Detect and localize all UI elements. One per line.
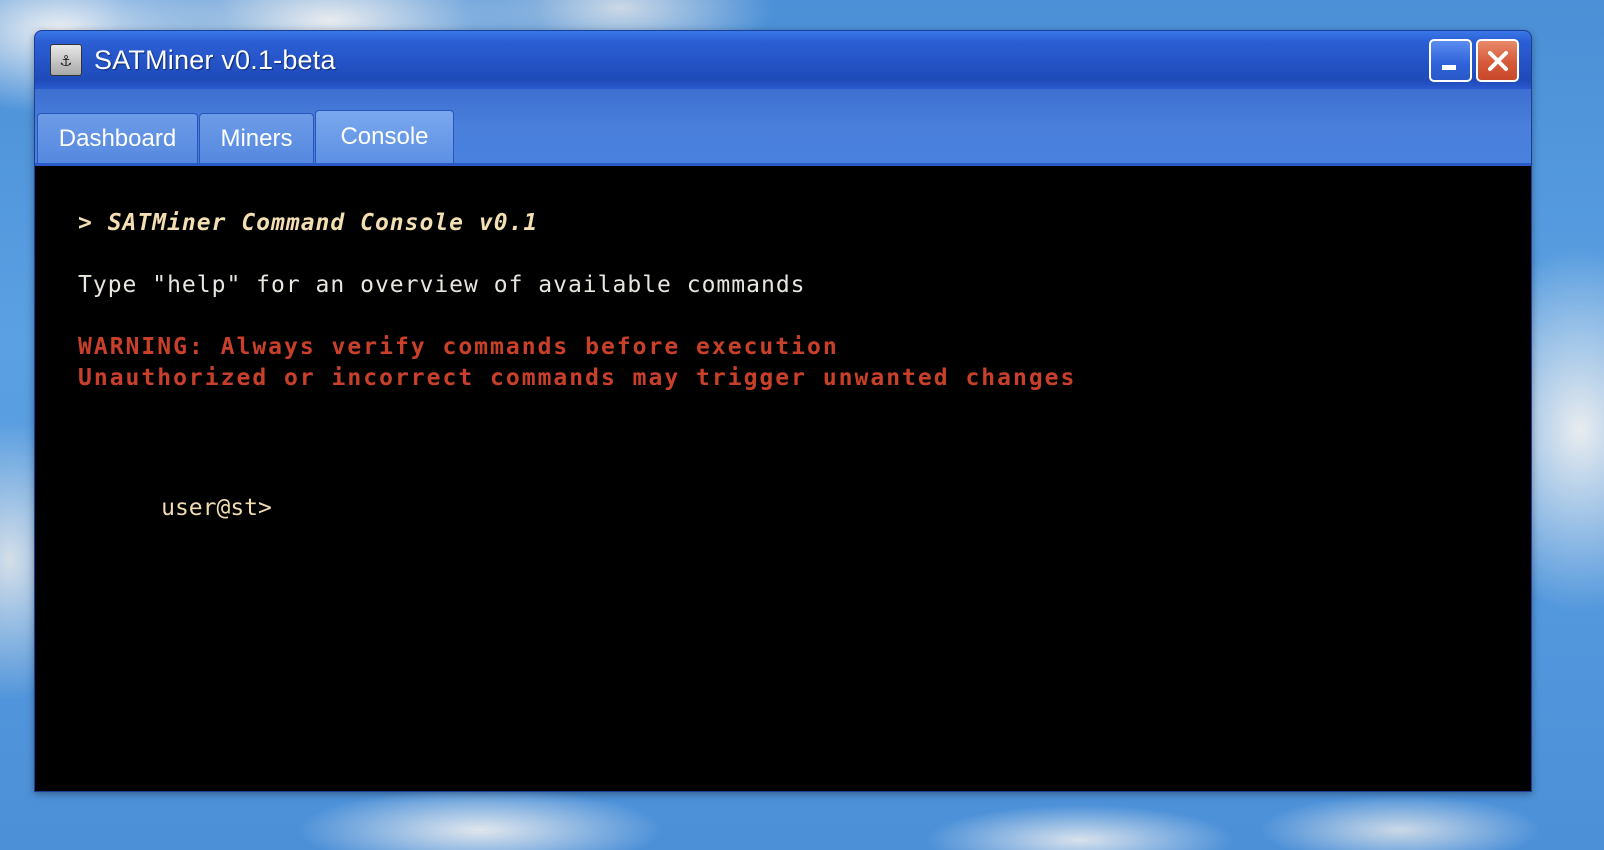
tab-miners[interactable]: Miners: [199, 113, 314, 163]
console-output[interactable]: > SATMiner Command Console v0.1 Type "he…: [35, 166, 1531, 791]
console-help-hint: Type "help" for an overview of available…: [78, 272, 806, 298]
window-controls: [1429, 39, 1519, 82]
app-window: ⚓ SATMiner v0.1-beta Dashboard Miners Co…: [34, 30, 1532, 792]
minimize-icon: [1442, 65, 1456, 70]
tab-bar: Dashboard Miners Console: [35, 89, 1531, 166]
title-bar[interactable]: ⚓ SATMiner v0.1-beta: [35, 31, 1531, 89]
tab-dashboard[interactable]: Dashboard: [37, 113, 198, 163]
console-prompt: user@st>: [161, 495, 272, 521]
console-header: > SATMiner Command Console v0.1: [78, 210, 539, 236]
console-warning-line-2: Unauthorized or incorrect commands may t…: [78, 365, 1077, 391]
close-button[interactable]: [1476, 39, 1519, 82]
app-logo-icon: ⚓: [50, 44, 82, 76]
window-title: SATMiner v0.1-beta: [94, 44, 336, 75]
console-warning-line-1: WARNING: Always verify commands before e…: [78, 334, 839, 360]
tab-console[interactable]: Console: [315, 110, 454, 163]
minimize-button[interactable]: [1429, 39, 1472, 82]
console-prompt-row[interactable]: user@st>: [78, 462, 1531, 555]
close-icon: [1487, 50, 1508, 71]
